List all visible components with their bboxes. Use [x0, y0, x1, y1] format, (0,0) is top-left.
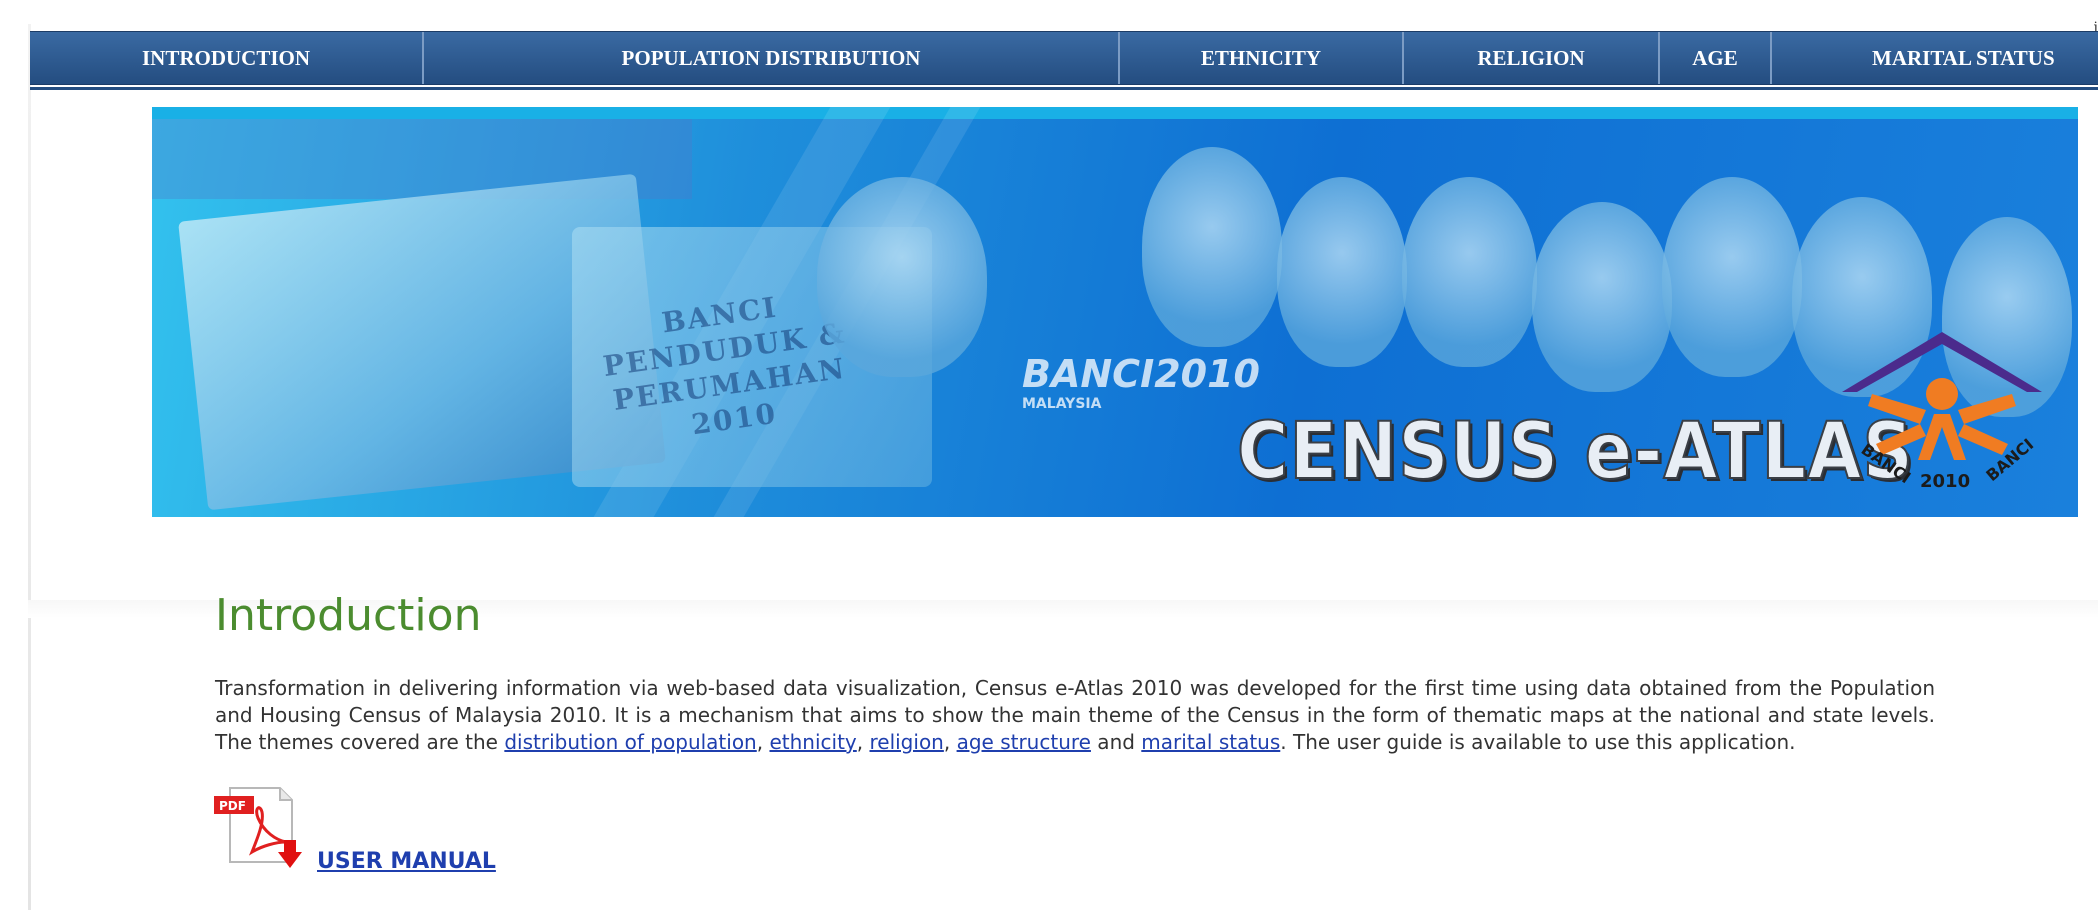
pdf-download-icon[interactable]: PDF — [212, 782, 307, 872]
person-image — [1532, 202, 1672, 392]
page-left-border — [28, 24, 31, 910]
person-image — [1277, 177, 1407, 367]
intro-sep: , — [856, 730, 870, 754]
nav-introduction[interactable]: INTRODUCTION — [30, 32, 424, 84]
user-manual-link[interactable]: USER MANUAL — [317, 849, 496, 874]
banner-top-strip — [152, 107, 2078, 119]
banci-mark-subtext: MALAYSIA — [1022, 396, 1102, 412]
intro-paragraph: Transformation in delivering information… — [215, 675, 1935, 756]
link-distribution-of-population[interactable]: distribution of population — [504, 730, 756, 754]
person-image — [817, 177, 987, 377]
header-banner: BANCI PENDUDUK & PERUMAHAN 2010 BANCI201… — [152, 107, 2078, 517]
nav-marital-status[interactable]: MARITAL STATUS — [1772, 32, 2098, 84]
intro-sep: and — [1090, 730, 1142, 754]
intro-text-2: . The user guide is available to use thi… — [1280, 730, 1796, 754]
banci-mark-text: BANCI2010 — [1022, 352, 1260, 396]
person-image — [1662, 177, 1802, 377]
page-title: Introduction — [215, 590, 482, 641]
link-age-structure[interactable]: age structure — [957, 730, 1091, 754]
person-image — [1142, 147, 1282, 347]
link-ethnicity[interactable]: ethnicity — [769, 730, 856, 754]
intro-sep: , — [943, 730, 957, 754]
banci-2010-mark: BANCI2010 MALAYSIA — [1022, 352, 1260, 412]
logo-year: 2010 — [1920, 471, 1970, 492]
pdf-label: PDF — [219, 799, 246, 813]
main-nav: INTRODUCTION POPULATION DISTRIBUTION ETH… — [30, 31, 2098, 85]
link-marital-status[interactable]: marital status — [1141, 730, 1280, 754]
nav-age[interactable]: AGE — [1660, 32, 1772, 84]
intro-sep: , — [756, 730, 770, 754]
nav-religion[interactable]: RELIGION — [1404, 32, 1660, 84]
link-religion[interactable]: religion — [869, 730, 943, 754]
person-image — [1402, 177, 1537, 367]
banci-2010-logo: BANCI 2010 BANCI — [1842, 332, 2042, 492]
census-eatlas-title: CENSUS e-ATLAS — [1236, 406, 1915, 498]
nav-underline — [30, 87, 2098, 90]
nav-population-distribution[interactable]: POPULATION DISTRIBUTION — [424, 32, 1120, 84]
nav-ethnicity[interactable]: ETHNICITY — [1120, 32, 1404, 84]
